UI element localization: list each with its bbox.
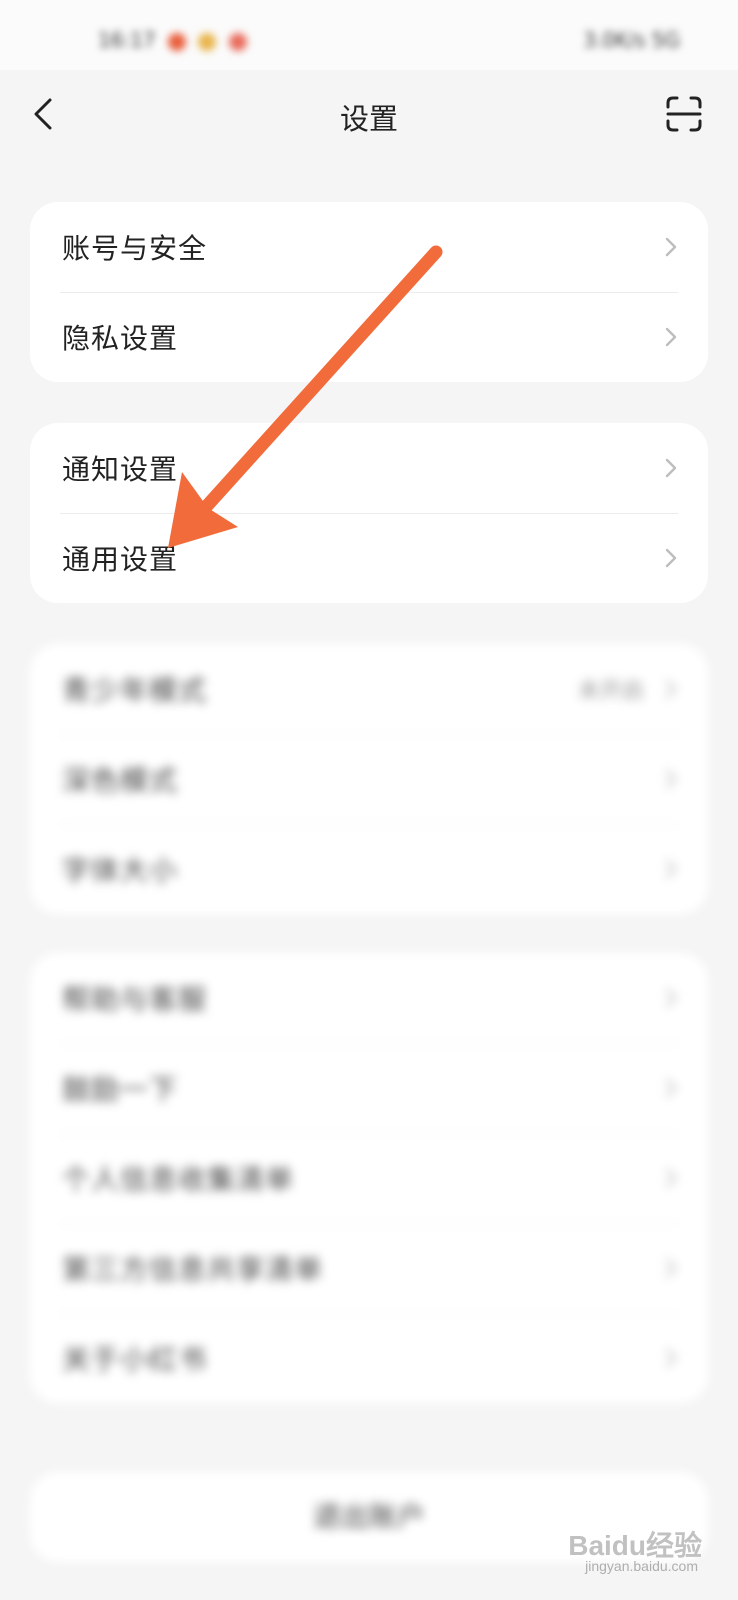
row-label: 帮助与客服 [62, 983, 208, 1016]
scan-button[interactable] [664, 94, 704, 134]
chevron-right-icon [665, 327, 677, 347]
page-title: 设置 [339, 102, 398, 136]
chevron-right-icon [665, 237, 677, 257]
scan-icon [666, 96, 702, 132]
settings-group-about: 帮助与客服 鼓励一下 个人信息收集清单 第三方信息共享清单 关于小红书 [30, 953, 708, 1403]
chevron-right-icon [665, 1258, 677, 1278]
row-label: 深色模式 [62, 764, 179, 797]
privacy-settings-item[interactable]: 隐私设置 [30, 292, 708, 382]
chevron-right-icon [665, 769, 677, 789]
notification-icon [168, 32, 186, 51]
help-support-item[interactable]: 帮助与客服 [30, 953, 708, 1043]
third-party-sharing-item[interactable]: 第三方信息共享清单 [30, 1223, 708, 1313]
encourage-item[interactable]: 鼓励一下 [30, 1043, 708, 1133]
status-time: 16:17 [98, 28, 156, 52]
row-label: 通知设置 [62, 453, 179, 486]
watermark-url: jingyan.baidu.com [585, 1558, 698, 1574]
about-item[interactable]: 关于小红书 [30, 1313, 708, 1403]
notification-icon [228, 32, 247, 51]
chevron-right-icon [665, 859, 677, 879]
row-label: 青少年模式 [62, 674, 208, 707]
row-label: 通用设置 [62, 543, 179, 576]
chevron-right-icon [665, 1168, 677, 1188]
account-security-item[interactable]: 账号与安全 [30, 202, 708, 292]
row-label: 鼓励一下 [62, 1073, 179, 1106]
font-size-item[interactable]: 字体大小 [30, 824, 708, 914]
row-label: 字体大小 [62, 854, 179, 887]
teen-mode-status: 未开启 [577, 679, 644, 704]
general-settings-item[interactable]: 通用设置 [30, 513, 708, 603]
row-label: 第三方信息共享清单 [62, 1253, 324, 1286]
chevron-right-icon [665, 1348, 677, 1368]
row-label: 隐私设置 [62, 322, 179, 355]
row-label: 个人信息收集清单 [62, 1163, 295, 1196]
teen-mode-item[interactable]: 青少年模式 未开启 [30, 644, 708, 734]
row-label: 账号与安全 [62, 232, 208, 265]
settings-group-display: 青少年模式 未开启 深色模式 字体大小 [30, 644, 708, 914]
settings-screen: 16:17 3.0K/s 5G 设置 账号与安全 隐私设置 通知设置 通用设置 … [0, 0, 738, 1600]
chevron-right-icon [665, 1078, 677, 1098]
notification-settings-item[interactable]: 通知设置 [30, 423, 708, 513]
settings-group-general: 通知设置 通用设置 [30, 423, 708, 603]
chevron-right-icon [665, 548, 677, 568]
chevron-right-icon [665, 458, 677, 478]
status-bar: 16:17 3.0K/s 5G [0, 0, 738, 70]
row-label: 关于小红书 [62, 1343, 208, 1376]
chevron-right-icon [665, 679, 677, 699]
status-left: 16:17 [98, 28, 247, 52]
personal-info-list-item[interactable]: 个人信息收集清单 [30, 1133, 708, 1223]
dark-mode-item[interactable]: 深色模式 [30, 734, 708, 824]
chevron-right-icon [665, 988, 677, 1008]
status-right: 3.0K/s 5G [583, 28, 680, 52]
notification-icon [198, 32, 217, 51]
settings-group-account: 账号与安全 隐私设置 [30, 202, 708, 382]
header: 设置 [0, 70, 738, 160]
